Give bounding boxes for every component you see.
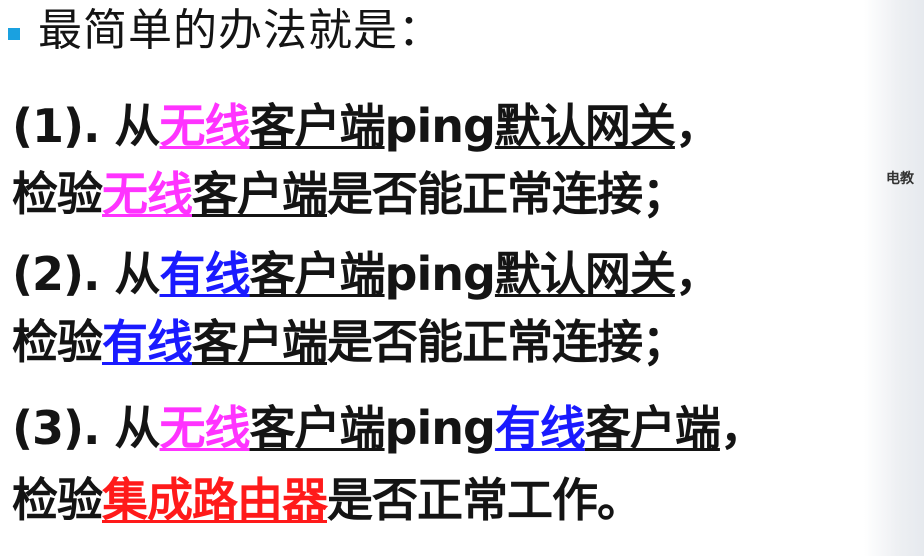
step-1-check-rest: 是否能正常连接；	[327, 167, 688, 221]
bullet-square-icon	[8, 28, 20, 40]
step-1-check-keyword: 无线	[102, 167, 193, 221]
step-2-target: 默认网关	[494, 247, 676, 301]
step-3-ping: ping	[384, 401, 496, 455]
step-3-keyword-wired: 有线	[494, 401, 586, 455]
step-3-line: (3). 从无线客户端ping有线客户端，	[12, 398, 766, 458]
step-1-line: (1). 从无线客户端ping默认网关，	[12, 96, 721, 156]
step-3-client: 客户端	[249, 401, 386, 455]
step-2-client: 客户端	[249, 247, 386, 301]
step-3-prefix: (3). 从	[12, 401, 161, 455]
step-1-check-label: 检验	[12, 167, 103, 221]
step-1-end: ，	[674, 99, 721, 153]
step-2-line: (2). 从有线客户端ping默认网关，	[12, 244, 721, 304]
step-1-target: 默认网关	[494, 99, 676, 153]
step-2-check-keyword: 有线	[102, 315, 193, 369]
step-3-client-2: 客户端	[584, 401, 721, 455]
step-3-check-label: 检验	[12, 473, 103, 527]
step-1-keyword-wireless: 无线	[159, 99, 251, 153]
step-1-ping: ping	[384, 99, 496, 153]
step-1-check-client: 客户端	[192, 167, 328, 221]
step-2-check-rest: 是否能正常连接；	[327, 315, 688, 369]
step-3-check-keyword: 集成路由器	[102, 473, 328, 527]
step-2-end: ，	[674, 247, 721, 301]
step-2-prefix: (2). 从	[12, 247, 161, 301]
step-1-check-line: 检验无线客户端是否能正常连接；	[12, 164, 688, 224]
step-1-prefix: (1). 从	[12, 99, 161, 153]
step-2-check-client: 客户端	[192, 315, 328, 369]
step-2-keyword-wired: 有线	[159, 247, 251, 301]
side-note: 电教	[886, 171, 914, 187]
step-3-check-line: 检验集成路由器是否正常工作。	[12, 470, 643, 530]
step-3-check-rest: 是否正常工作。	[327, 473, 643, 527]
step-3-keyword-wireless: 无线	[159, 401, 251, 455]
page-heading: 最简单的办法就是：	[38, 5, 443, 56]
step-2-ping: ping	[384, 247, 496, 301]
right-edge-gradient	[864, 0, 924, 556]
step-2-check-line: 检验有线客户端是否能正常连接；	[12, 312, 688, 372]
step-3-end: ，	[719, 401, 766, 455]
step-1-client: 客户端	[249, 99, 386, 153]
step-2-check-label: 检验	[12, 315, 103, 369]
